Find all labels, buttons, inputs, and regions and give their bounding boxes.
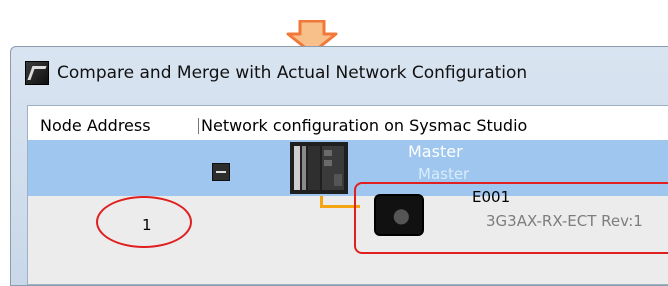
compare-merge-window: Compare and Merge with Actual Network Co…: [10, 46, 668, 286]
collapse-minus-icon[interactable]: [212, 163, 230, 181]
plc-controller-icon: [290, 142, 348, 194]
node-address-highlight-ellipse: [96, 196, 192, 248]
sysmac-app-icon: [25, 61, 49, 85]
slave-highlight-rectangle: [354, 182, 668, 254]
column-header-row: Node Address Network configuration on Sy…: [28, 106, 668, 140]
network-config-table: Node Address Network configuration on Sy…: [27, 105, 668, 285]
window-title: Compare and Merge with Actual Network Co…: [57, 63, 528, 83]
table-row-slave[interactable]: 1 E001 3G3AX-RX-ECT Rev:1: [28, 182, 668, 284]
window-titlebar: Compare and Merge with Actual Network Co…: [11, 47, 668, 99]
column-header-network-configuration[interactable]: Network configuration on Sysmac Studio: [199, 116, 527, 140]
column-header-node-address[interactable]: Node Address: [28, 116, 198, 140]
master-device-name: Master: [408, 142, 463, 161]
master-device-label: Master: [418, 165, 470, 183]
